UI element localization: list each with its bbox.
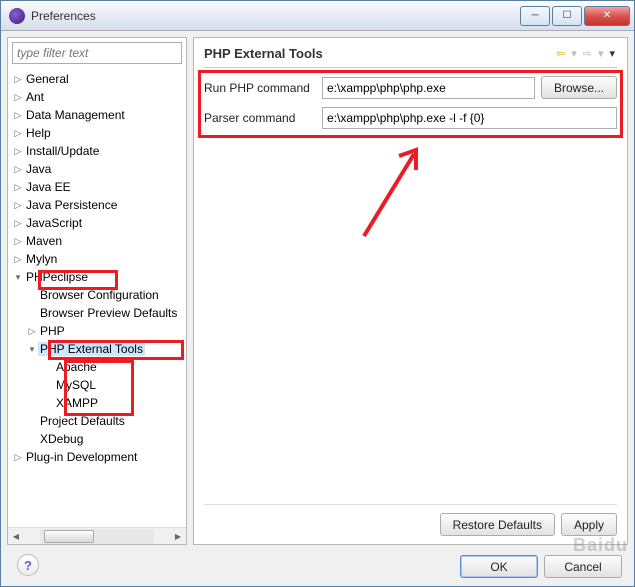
restore-defaults-button[interactable]: Restore Defaults [440,513,555,536]
back-icon[interactable]: ⇦ [554,47,567,60]
run-command-label: Run PHP command [204,81,316,95]
tree-item-label: XAMPP [54,396,100,410]
tree-item-label: Install/Update [24,144,101,158]
titlebar: Preferences ─ ☐ ✕ [1,1,634,31]
tree-item[interactable]: Browser Configuration [8,286,186,304]
window-title: Preferences [31,9,520,23]
tree-item-label: Project Defaults [38,414,127,428]
tree-item[interactable]: Browser Preview Defaults [8,304,186,322]
cancel-button[interactable]: Cancel [544,555,622,578]
tree-item[interactable]: XAMPP [8,394,186,412]
tree-item-label: Java Persistence [24,198,119,212]
tree-item-label: Mylyn [24,252,59,266]
tree-item-label: Plug-in Development [24,450,139,464]
parser-command-input[interactable] [322,107,617,129]
forward-icon: ⇨ [581,47,594,60]
back-menu-icon[interactable]: ▾ [569,47,579,60]
tree-item[interactable]: ▷Java Persistence [8,196,186,214]
settings-pane: PHP External Tools ⇦▾ ⇨▾ ▾ Run PHP comma… [193,37,628,545]
tree-item[interactable]: ▷Java EE [8,178,186,196]
tree-item-label: Java [24,162,53,176]
expand-icon[interactable]: ▷ [26,326,38,337]
preferences-window: Preferences ─ ☐ ✕ ▷General▷Ant▷Data Mana… [0,0,635,587]
expand-icon[interactable]: ▾ [12,272,24,283]
app-icon [9,8,25,24]
tree-item-label: Apache [54,360,99,374]
browse-button[interactable]: Browse... [541,76,617,99]
tree-item-label: MySQL [54,378,98,392]
minimize-button[interactable]: ─ [520,6,550,26]
tree-item-label: PHPeclipse [24,270,90,284]
tree-item[interactable]: ▷JavaScript [8,214,186,232]
expand-icon[interactable]: ▷ [12,254,24,265]
forward-menu-icon[interactable]: ▾ [596,47,606,60]
tree-item-label: Browser Configuration [38,288,161,302]
tree-item-label: Ant [24,90,46,104]
tree-item-label: JavaScript [24,216,84,230]
tree-item[interactable]: ▷Help [8,124,186,142]
expand-icon[interactable]: ▷ [12,218,24,229]
tree-item[interactable]: ▷Plug-in Development [8,448,186,466]
expand-icon[interactable]: ▷ [12,200,24,211]
tree-item[interactable]: ▷Ant [8,88,186,106]
expand-icon[interactable]: ▷ [12,164,24,175]
expand-icon[interactable]: ▷ [12,92,24,103]
menu-icon[interactable]: ▾ [607,47,617,60]
apply-button[interactable]: Apply [561,513,617,536]
tree-item-label: Help [24,126,53,140]
expand-icon[interactable]: ▷ [12,146,24,157]
tree-item[interactable]: ▾PHP External Tools [8,340,186,358]
tree-item[interactable]: Apache [8,358,186,376]
tree-item[interactable]: ▷General [8,70,186,88]
ok-button[interactable]: OK [460,555,538,578]
tree-item[interactable]: Project Defaults [8,412,186,430]
tree-item-label: Data Management [24,108,127,122]
tree-item-label: Browser Preview Defaults [38,306,179,320]
expand-icon[interactable]: ▷ [12,74,24,85]
tree-item-label: XDebug [38,432,85,446]
expand-icon[interactable]: ▾ [26,344,38,355]
expand-icon[interactable]: ▷ [12,452,24,463]
help-icon[interactable]: ? [17,554,39,576]
tree-item-label: Maven [24,234,64,248]
expand-icon[interactable]: ▷ [12,110,24,121]
tree-item[interactable]: ▷Maven [8,232,186,250]
tree-item[interactable]: ▷Java [8,160,186,178]
parser-command-label: Parser command [204,111,316,125]
filter-input[interactable] [12,42,182,64]
expand-icon[interactable]: ▷ [12,236,24,247]
tree-item[interactable]: XDebug [8,430,186,448]
expand-icon[interactable]: ▷ [12,128,24,139]
horizontal-scrollbar[interactable]: ◀ ▶ [8,527,186,544]
tree-item-label: PHP [38,324,67,338]
page-title: PHP External Tools [204,46,554,61]
tree-item[interactable]: ▷PHP [8,322,186,340]
tree-pane: ▷General▷Ant▷Data Management▷Help▷Instal… [7,37,187,545]
tree-item[interactable]: MySQL [8,376,186,394]
tree-item-label: Java EE [24,180,73,194]
tree-item-label: General [24,72,71,86]
tree-item[interactable]: ▷Mylyn [8,250,186,268]
tree-item-label: PHP External Tools [38,342,145,356]
expand-icon[interactable]: ▷ [12,182,24,193]
run-command-input[interactable] [322,77,535,99]
tree-item[interactable]: ▷Data Management [8,106,186,124]
annotation-arrow [344,136,434,246]
tree-item[interactable]: ▾PHPeclipse [8,268,186,286]
tree-item[interactable]: ▷Install/Update [8,142,186,160]
preferences-tree[interactable]: ▷General▷Ant▷Data Management▷Help▷Instal… [8,68,186,518]
maximize-button[interactable]: ☐ [552,6,582,26]
page-nav: ⇦▾ ⇨▾ ▾ [554,47,617,60]
close-button[interactable]: ✕ [584,6,630,26]
